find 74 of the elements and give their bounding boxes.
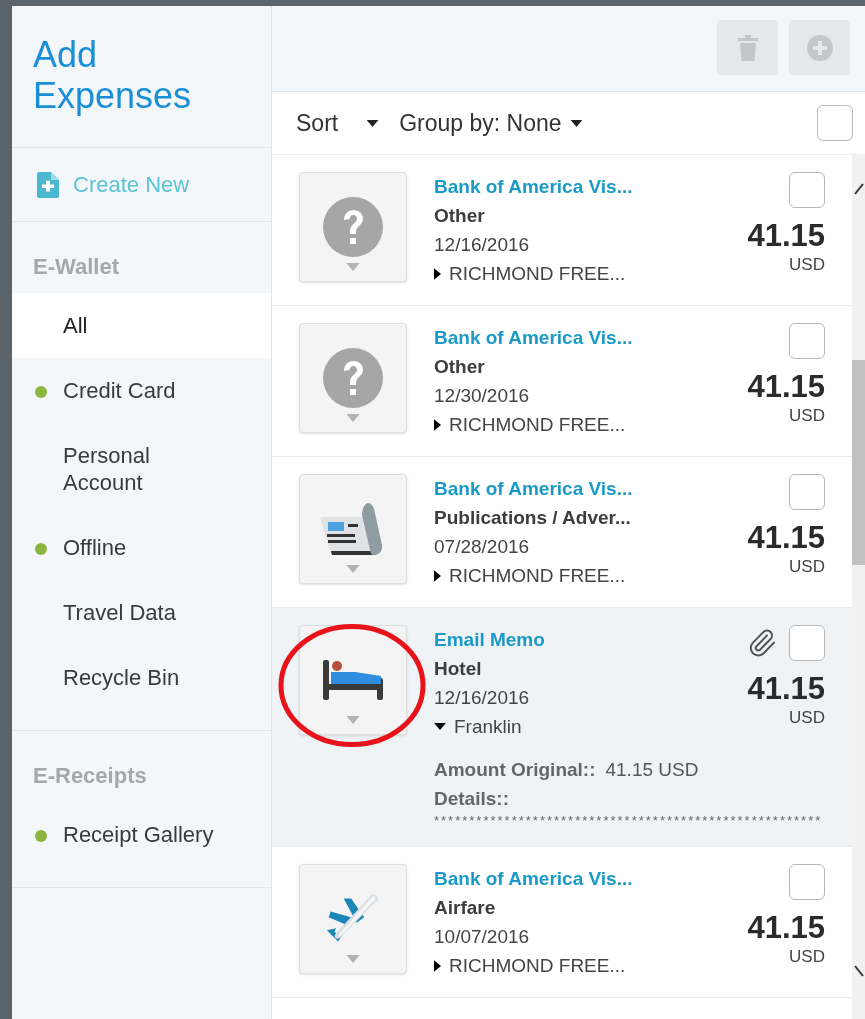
- merchant-name: RICHMOND FREE...: [449, 262, 626, 286]
- expense-date: 12/30/2016: [434, 384, 531, 408]
- expense-category: Other: [434, 355, 486, 379]
- caret-right-icon: [434, 267, 441, 280]
- currency-code: USD: [789, 556, 825, 578]
- caret-icon: [346, 263, 360, 271]
- sort-dropdown[interactable]: Sort: [296, 105, 380, 141]
- expense-amount: 41.15: [747, 520, 825, 556]
- question-mark-icon: [323, 197, 383, 257]
- caret-down-icon: [366, 119, 380, 127]
- expense-card-expanded[interactable]: Email Memo Hotel 12/16/2016 Franklin 41.15 USD Amount Original:: 41.15 USD Details:: *******************************************************: [272, 608, 852, 847]
- merchant-name: RICHMOND FREE...: [449, 413, 626, 437]
- receipt-thumbnail[interactable]: [299, 864, 407, 974]
- caret-right-icon: [434, 959, 441, 972]
- group-by-dropdown[interactable]: Group by: None: [399, 105, 583, 141]
- expense-amount: 41.15: [747, 369, 825, 405]
- caret-right-icon: [434, 418, 441, 431]
- expand-toggle[interactable]: [434, 959, 441, 972]
- expense-checkbox[interactable]: [789, 323, 825, 359]
- caret-right-icon: [434, 569, 441, 582]
- merchant-name: Franklin: [454, 715, 522, 739]
- expense-date: 12/16/2016: [434, 233, 531, 257]
- trash-icon: [737, 34, 758, 61]
- receipt-thumbnail[interactable]: [299, 474, 407, 584]
- expense-checkbox[interactable]: [789, 172, 825, 208]
- detail-label: Amount Original::: [434, 758, 596, 782]
- expense-checkbox[interactable]: [789, 474, 825, 510]
- receipt-thumbnail[interactable]: [299, 323, 407, 433]
- currency-code: USD: [789, 405, 825, 427]
- currency-code: USD: [789, 946, 825, 968]
- receipt-thumbnail[interactable]: [299, 625, 407, 735]
- details-text: *******************************************************: [434, 813, 824, 829]
- expense-category: Other: [434, 204, 486, 228]
- caret-down-icon: [434, 723, 446, 730]
- expense-amount: 41.15: [747, 910, 825, 946]
- receipt-thumbnail[interactable]: [299, 172, 407, 282]
- question-mark-icon: [323, 348, 383, 408]
- expense-date: 10/07/2016: [434, 925, 531, 949]
- expand-toggle[interactable]: [434, 267, 441, 280]
- expense-category: Publications / Adver...: [434, 506, 632, 530]
- page-title: Add Expenses: [33, 34, 193, 116]
- expense-category: Hotel: [434, 657, 483, 681]
- caret-icon: [346, 565, 360, 573]
- expense-amount: 41.15: [747, 671, 825, 707]
- scroll-down-icon: [853, 965, 864, 977]
- expense-checkbox[interactable]: [789, 864, 825, 900]
- expense-amount: 41.15: [747, 218, 825, 254]
- caret-icon: [346, 414, 360, 422]
- expense-checkbox[interactable]: [789, 625, 825, 661]
- section-heading: E-Wallet: [32, 253, 120, 281]
- expand-toggle[interactable]: [434, 569, 441, 582]
- section-heading: E-Receipts: [32, 762, 148, 790]
- currency-code: USD: [789, 254, 825, 276]
- expense-date: 07/28/2016: [434, 535, 531, 559]
- expense-category: Airfare: [434, 896, 497, 920]
- scrollbar[interactable]: [852, 155, 865, 1019]
- expand-toggle[interactable]: [434, 418, 441, 431]
- merchant-name: RICHMOND FREE...: [449, 564, 626, 588]
- currency-code: USD: [789, 707, 825, 729]
- expand-toggle[interactable]: [434, 723, 446, 730]
- detail-label: Details::: [434, 787, 509, 811]
- bed-icon: [321, 658, 385, 702]
- expense-date: 12/16/2016: [434, 686, 531, 710]
- plus-circle-icon: [806, 34, 833, 61]
- add-file-icon: [37, 171, 59, 198]
- caret-down-icon: [569, 119, 583, 127]
- select-all-checkbox[interactable]: [817, 105, 853, 141]
- scroll-up-icon: [853, 183, 864, 195]
- detail-value: 41.15 USD: [605, 758, 699, 782]
- sidebar-item[interactable]: All: [12, 293, 271, 358]
- scrollbar-thumb[interactable]: [852, 360, 865, 565]
- merchant-name: RICHMOND FREE...: [449, 954, 626, 978]
- caret-icon: [346, 716, 360, 724]
- caret-icon: [346, 955, 360, 963]
